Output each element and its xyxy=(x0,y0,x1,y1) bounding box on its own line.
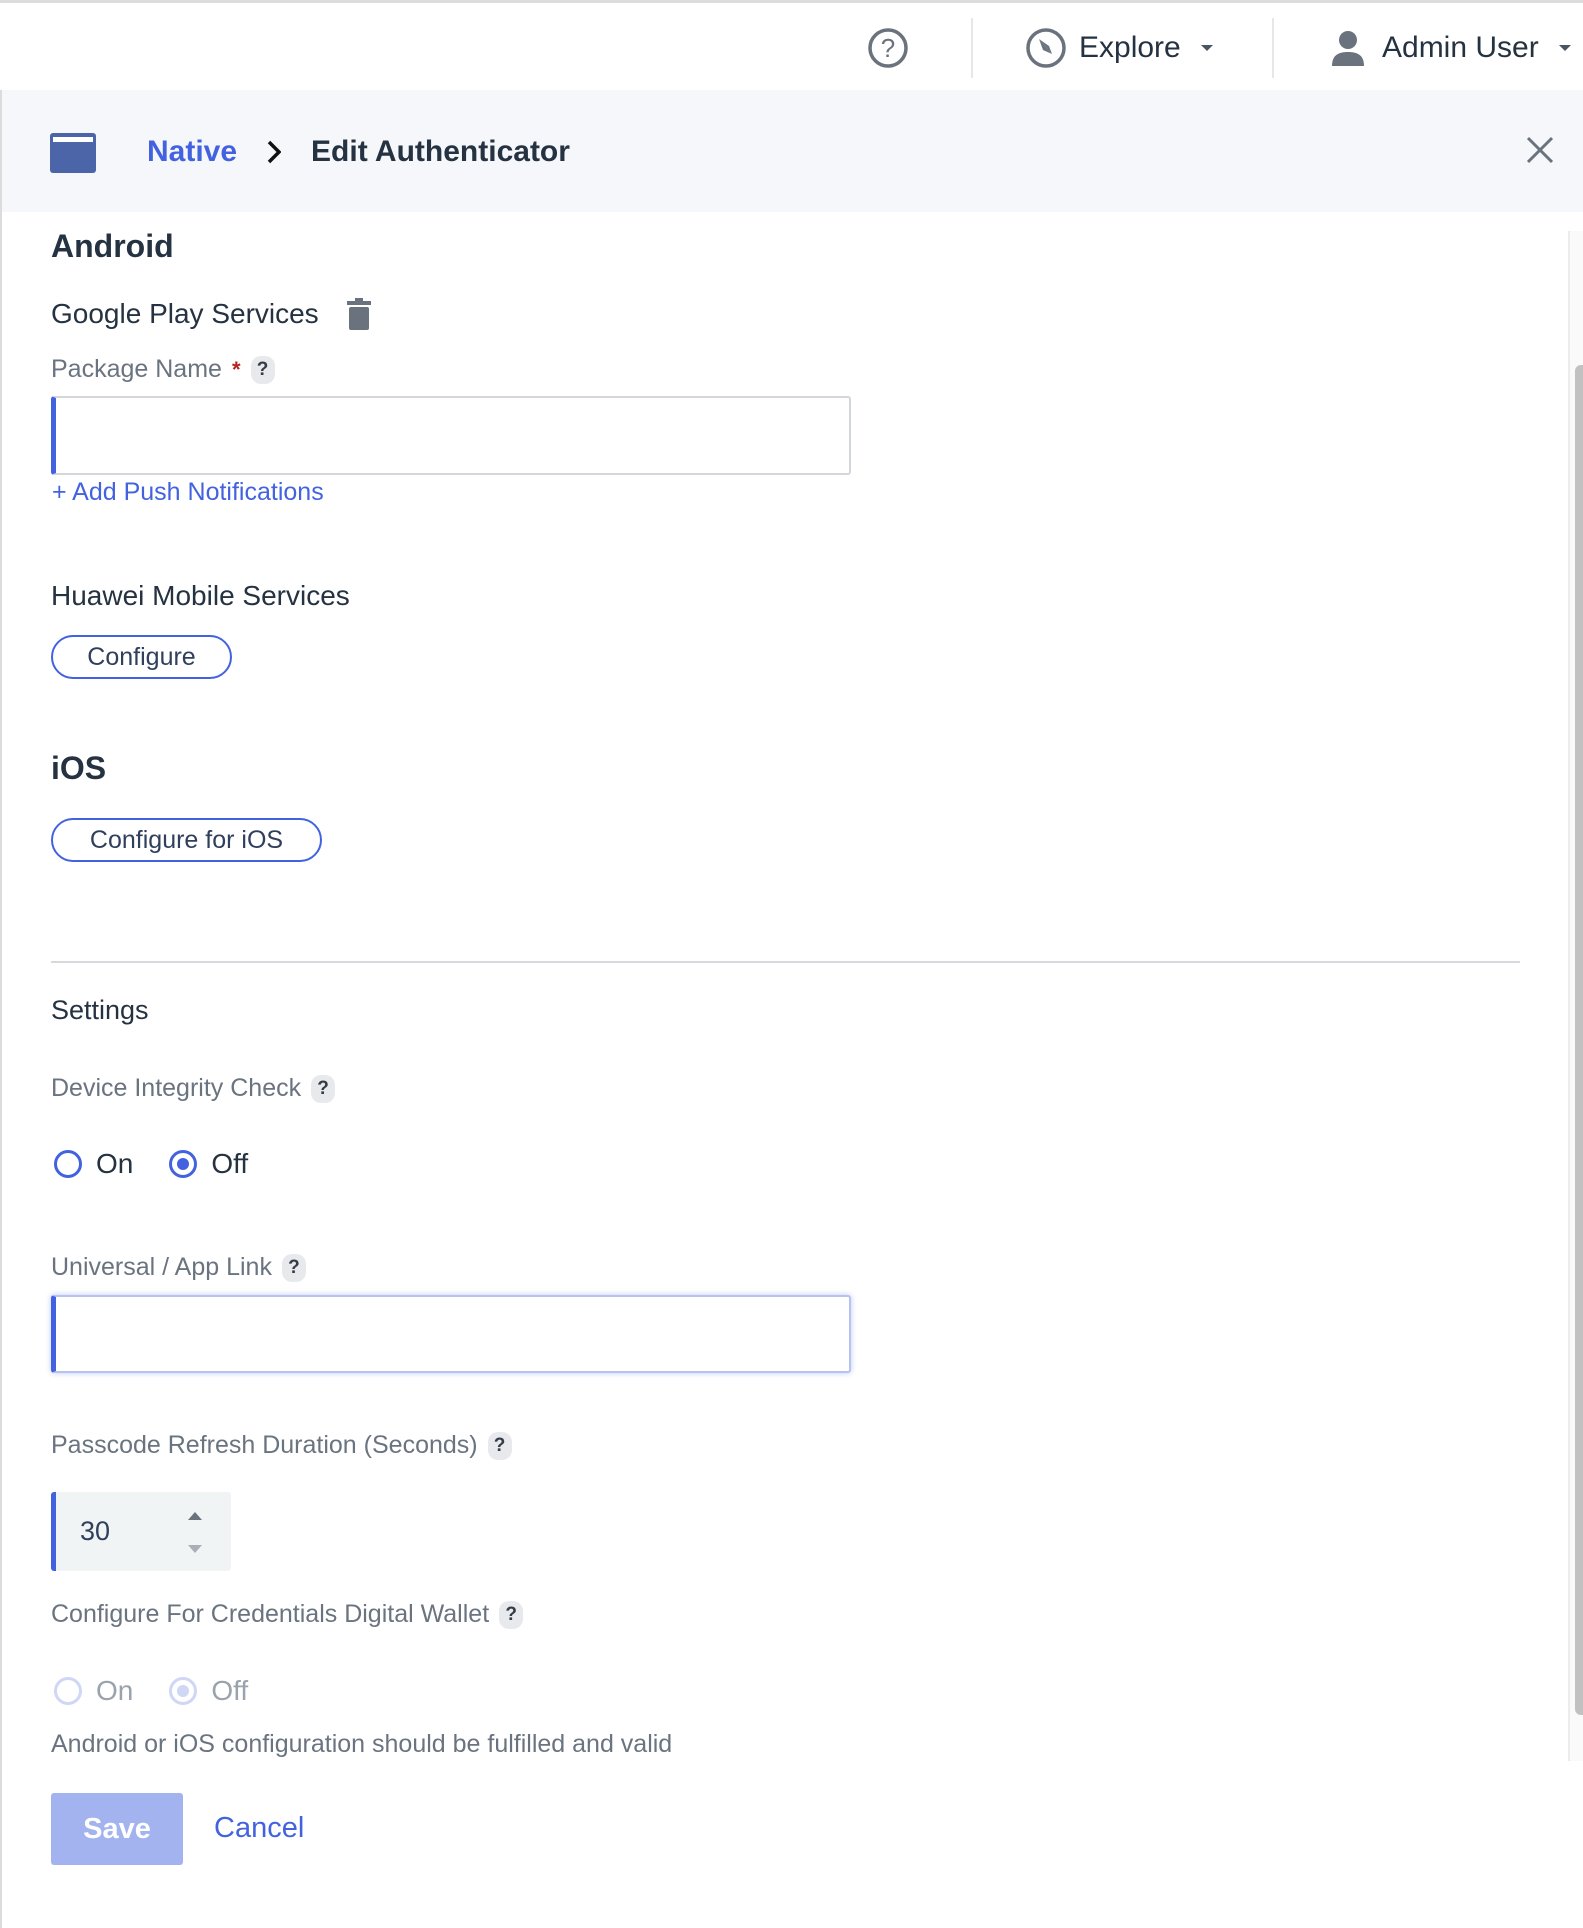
chevron-down-icon xyxy=(1558,45,1571,51)
device-integrity-off-radio[interactable] xyxy=(169,1150,198,1178)
passcode-refresh-stepper[interactable]: 30 xyxy=(51,1492,231,1571)
configure-ios-button[interactable]: Configure for iOS xyxy=(51,818,322,862)
user-menu[interactable]: Admin User xyxy=(1331,18,1571,78)
explore-menu[interactable]: Explore xyxy=(1025,18,1213,78)
save-button[interactable]: Save xyxy=(51,1793,183,1865)
help-tooltip-icon[interactable]: ? xyxy=(487,1431,512,1460)
stepper-up-icon[interactable] xyxy=(188,1512,202,1520)
digital-wallet-label: Configure For Credentials Digital Wallet… xyxy=(51,1600,524,1629)
section-divider xyxy=(51,961,1520,963)
passcode-refresh-label: Passcode Refresh Duration (Seconds) ? xyxy=(51,1431,512,1460)
digital-wallet-off-radio[interactable] xyxy=(169,1677,198,1705)
digital-wallet-radio-group: On Off xyxy=(54,1675,284,1707)
breadcrumb-native-link[interactable]: Native xyxy=(147,135,237,169)
chevron-right-icon xyxy=(267,140,282,164)
help-tooltip-icon[interactable]: ? xyxy=(311,1074,336,1103)
help-button[interactable]: ? xyxy=(866,18,910,78)
help-tooltip-icon[interactable]: ? xyxy=(281,1253,306,1282)
help-tooltip-icon[interactable]: ? xyxy=(499,1600,524,1629)
universal-link-label: Universal / App Link ? xyxy=(51,1253,306,1282)
scrollbar-thumb[interactable] xyxy=(1575,365,1583,1715)
chevron-down-icon xyxy=(1200,45,1213,51)
user-icon xyxy=(1332,31,1364,66)
universal-link-input[interactable] xyxy=(51,1295,851,1373)
explore-label: Explore xyxy=(1079,31,1181,64)
package-name-label: Package Name * ? xyxy=(51,355,275,384)
stepper-down-icon[interactable] xyxy=(188,1545,202,1553)
settings-title: Settings xyxy=(51,995,149,1025)
radio-label: On xyxy=(96,1148,134,1179)
help-tooltip-icon[interactable]: ? xyxy=(250,355,275,384)
topbar-divider xyxy=(1272,18,1274,78)
radio-label: On xyxy=(96,1675,134,1706)
user-name: Admin User xyxy=(1382,31,1539,64)
top-navbar: ? Explore Admin User xyxy=(0,0,1583,90)
digital-wallet-on-radio[interactable] xyxy=(54,1677,82,1705)
application-window-icon xyxy=(50,133,96,173)
add-push-notifications-link[interactable]: + Add Push Notifications xyxy=(52,478,324,507)
device-integrity-on-radio[interactable] xyxy=(54,1150,82,1178)
android-section-title: Android xyxy=(51,228,174,264)
radio-label: Off xyxy=(211,1675,249,1706)
digital-wallet-helper-text: Android or iOS configuration should be f… xyxy=(51,1730,673,1758)
radio-label: Off xyxy=(211,1148,249,1179)
svg-text:?: ? xyxy=(881,33,895,63)
package-name-input[interactable] xyxy=(51,396,851,475)
breadcrumb: Native Edit Authenticator xyxy=(147,132,570,172)
help-circle-icon: ? xyxy=(868,28,908,68)
google-play-services-title: Google Play Services xyxy=(51,298,319,329)
device-integrity-label: Device Integrity Check ? xyxy=(51,1074,336,1103)
device-integrity-radio-group: On Off xyxy=(54,1148,284,1180)
huawei-mobile-services-title: Huawei Mobile Services xyxy=(51,580,350,611)
cancel-button[interactable]: Cancel xyxy=(214,1812,304,1845)
compass-icon xyxy=(1026,28,1066,68)
google-play-services-header: Google Play Services xyxy=(51,298,371,330)
page-title: Edit Authenticator xyxy=(311,135,570,168)
ios-section-title: iOS xyxy=(51,750,107,786)
required-asterisk: * xyxy=(231,356,241,382)
page-header: Native Edit Authenticator xyxy=(0,90,1583,212)
huawei-configure-button[interactable]: Configure xyxy=(51,635,232,679)
close-icon[interactable] xyxy=(1526,136,1554,164)
passcode-refresh-value: 30 xyxy=(80,1516,111,1546)
trash-icon[interactable] xyxy=(346,298,371,330)
topbar-divider xyxy=(971,18,973,78)
